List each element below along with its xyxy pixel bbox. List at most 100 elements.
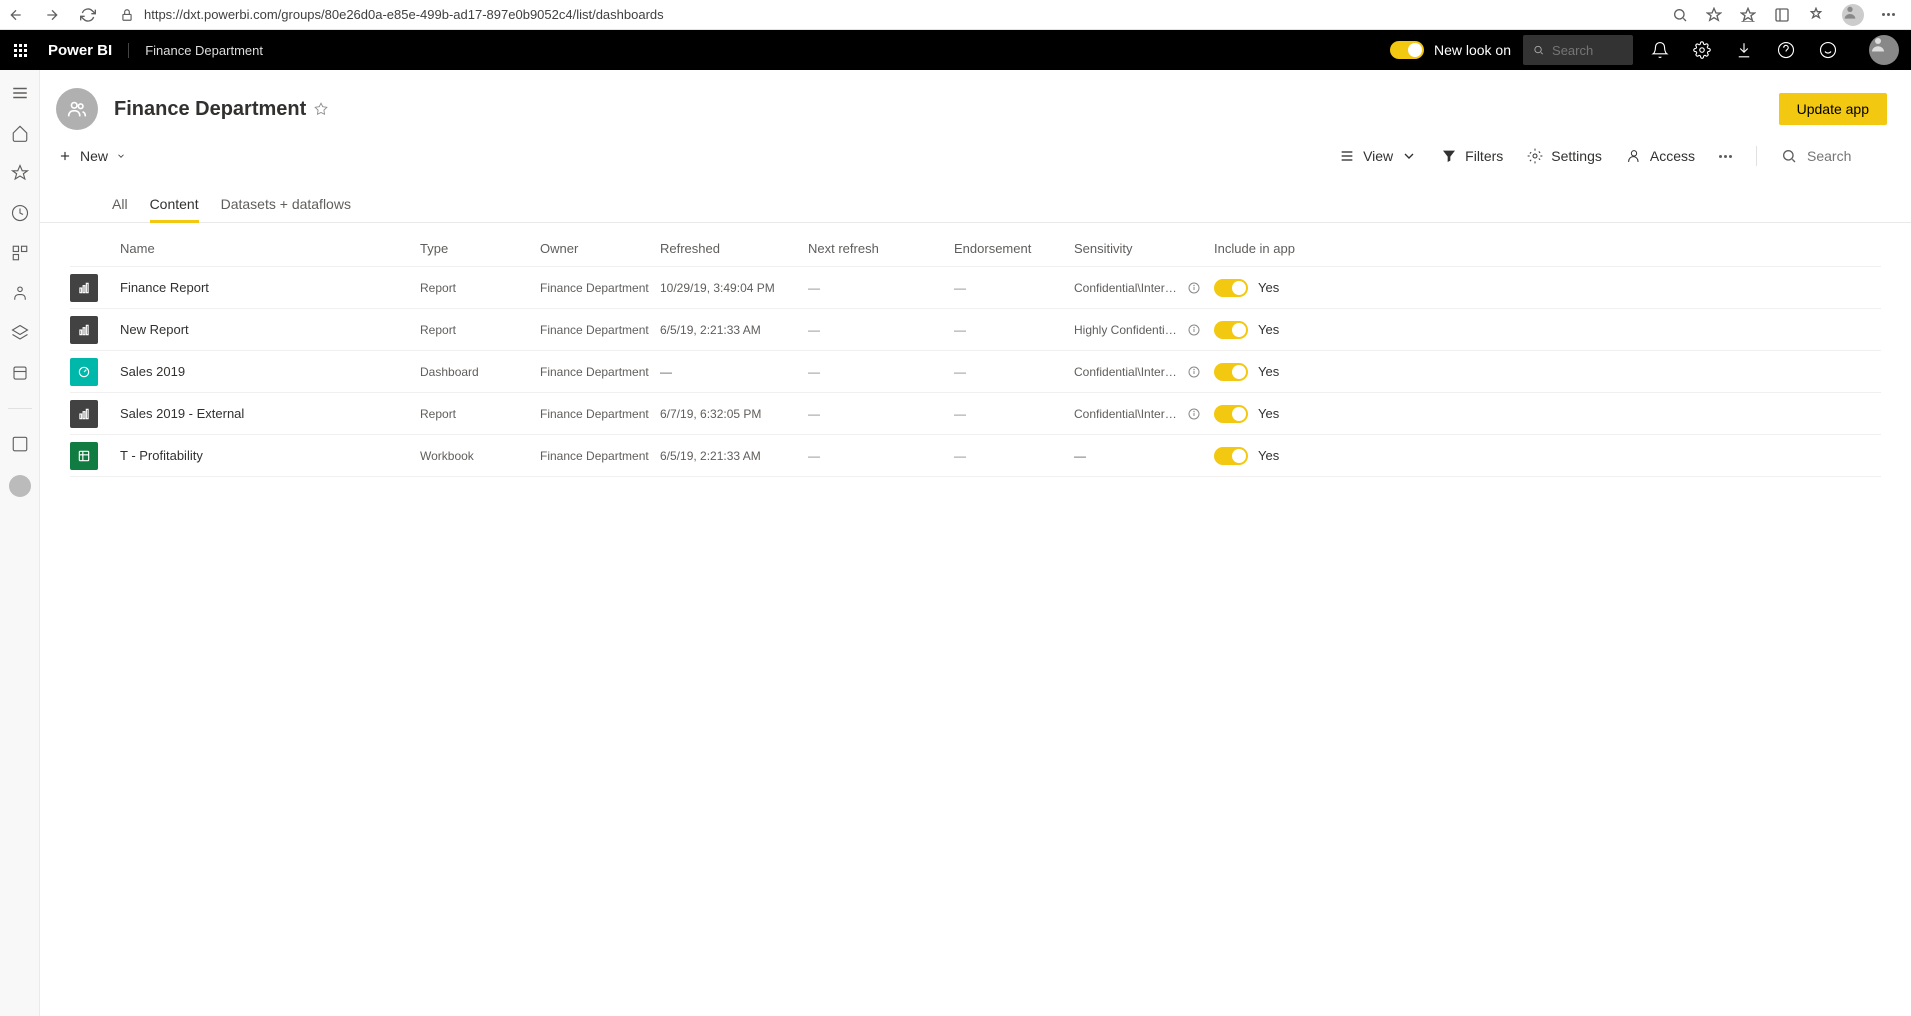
info-icon[interactable] [1188,282,1200,294]
item-type: Report [420,323,540,337]
item-sensitivity: Confidential\Internal-... [1074,365,1214,379]
table-row[interactable]: Sales 2019 - ExternalReportFinance Depar… [70,393,1881,435]
include-label: Yes [1258,322,1279,337]
header-owner[interactable]: Owner [540,241,660,256]
header-next-refresh[interactable]: Next refresh [808,241,954,256]
table-header: Name Type Owner Refreshed Next refresh E… [70,223,1881,267]
table-row[interactable]: T - ProfitabilityWorkbookFinance Departm… [70,435,1881,477]
nav-current-workspace[interactable] [9,475,31,497]
item-endorsement: — [954,407,1074,421]
item-endorsement: — [954,449,1074,463]
account-avatar[interactable] [1869,35,1899,65]
forward-icon[interactable] [44,7,60,23]
item-sensitivity: Confidential\Internal-... [1074,407,1214,421]
new-look-toggle[interactable] [1390,41,1424,59]
nav-apps-icon[interactable] [11,244,29,262]
item-refreshed: 10/29/19, 3:49:04 PM [660,281,808,295]
nav-home-icon[interactable] [11,124,29,142]
filter-icon [1441,148,1457,164]
settings-icon[interactable] [1693,41,1711,59]
table-row[interactable]: Sales 2019DashboardFinance Department———… [70,351,1881,393]
extension-icon[interactable] [1808,7,1824,23]
header-type[interactable]: Type [420,241,540,256]
more-button[interactable] [1719,155,1732,158]
view-button[interactable]: View [1339,148,1417,164]
item-next-refresh: — [808,281,954,295]
item-next-refresh: — [808,365,954,379]
left-nav-rail [0,70,40,1016]
tab-datasets[interactable]: Datasets + dataflows [221,188,351,222]
header-sensitivity[interactable]: Sensitivity [1074,241,1214,256]
info-icon[interactable] [1188,324,1200,336]
header-endorsement[interactable]: Endorsement [954,241,1074,256]
address-input[interactable] [144,7,1648,22]
help-icon[interactable] [1777,41,1795,59]
favorites-bar-icon[interactable] [1740,7,1756,23]
nav-shared-icon[interactable] [11,284,29,302]
feedback-icon[interactable] [1819,41,1837,59]
item-type: Report [420,281,540,295]
include-toggle[interactable] [1214,279,1248,297]
gear-icon [1527,148,1543,164]
browser-profile-avatar[interactable] [1842,4,1864,26]
include-label: Yes [1258,280,1279,295]
info-icon[interactable] [1188,408,1200,420]
zoom-icon[interactable] [1672,7,1688,23]
browser-menu-icon[interactable] [1882,13,1895,16]
include-label: Yes [1258,448,1279,463]
header-name[interactable]: Name [120,241,420,256]
item-endorsement: — [954,323,1074,337]
new-look-label: New look on [1434,42,1511,58]
people-icon [66,98,88,120]
nav-learn-icon[interactable] [11,324,29,342]
global-search[interactable] [1523,35,1633,65]
header-include[interactable]: Include in app [1214,241,1394,256]
include-toggle[interactable] [1214,405,1248,423]
access-button[interactable]: Access [1626,148,1695,164]
report-icon [70,400,98,428]
item-refreshed: 6/5/19, 2:21:33 AM [660,323,808,337]
update-app-button[interactable]: Update app [1779,93,1887,125]
tab-all[interactable]: All [112,188,128,222]
back-icon[interactable] [8,7,24,23]
brand-label[interactable]: Power BI [40,42,128,59]
table-row[interactable]: New ReportReportFinance Department6/5/19… [70,309,1881,351]
nav-recent-icon[interactable] [11,204,29,222]
item-name[interactable]: Sales 2019 - External [120,406,420,421]
new-button[interactable]: New [58,148,126,164]
content-search[interactable] [1781,148,1887,164]
app-launcher[interactable] [0,30,40,70]
nav-favorites-icon[interactable] [11,164,29,182]
header-refreshed[interactable]: Refreshed [660,241,808,256]
refresh-icon[interactable] [80,7,96,23]
item-owner: Finance Department [540,323,660,337]
tab-content[interactable]: Content [150,188,199,222]
item-endorsement: — [954,281,1074,295]
search-input[interactable] [1552,43,1623,58]
include-toggle[interactable] [1214,447,1248,465]
filters-button[interactable]: Filters [1441,148,1503,164]
dashboard-icon [70,358,98,386]
nav-menu-icon[interactable] [11,84,29,102]
breadcrumb[interactable]: Finance Department [128,43,263,58]
item-type: Dashboard [420,365,540,379]
item-name[interactable]: Sales 2019 [120,364,420,379]
item-name[interactable]: T - Profitability [120,448,420,463]
download-icon[interactable] [1735,41,1753,59]
list-icon [1339,148,1355,164]
content-search-input[interactable] [1807,148,1887,164]
item-name[interactable]: New Report [120,322,420,337]
item-sensitivity: Confidential\Internal-... [1074,281,1214,295]
include-toggle[interactable] [1214,321,1248,339]
info-icon[interactable] [1188,366,1200,378]
notifications-icon[interactable] [1651,41,1669,59]
settings-button[interactable]: Settings [1527,148,1602,164]
item-name[interactable]: Finance Report [120,280,420,295]
table-row[interactable]: Finance ReportReportFinance Department10… [70,267,1881,309]
include-toggle[interactable] [1214,363,1248,381]
collections-icon[interactable] [1774,7,1790,23]
nav-workspaces-icon[interactable] [11,364,29,382]
favorite-icon[interactable] [1706,7,1722,23]
nav-data-icon[interactable] [11,435,29,453]
item-refreshed: 6/5/19, 2:21:33 AM [660,449,808,463]
